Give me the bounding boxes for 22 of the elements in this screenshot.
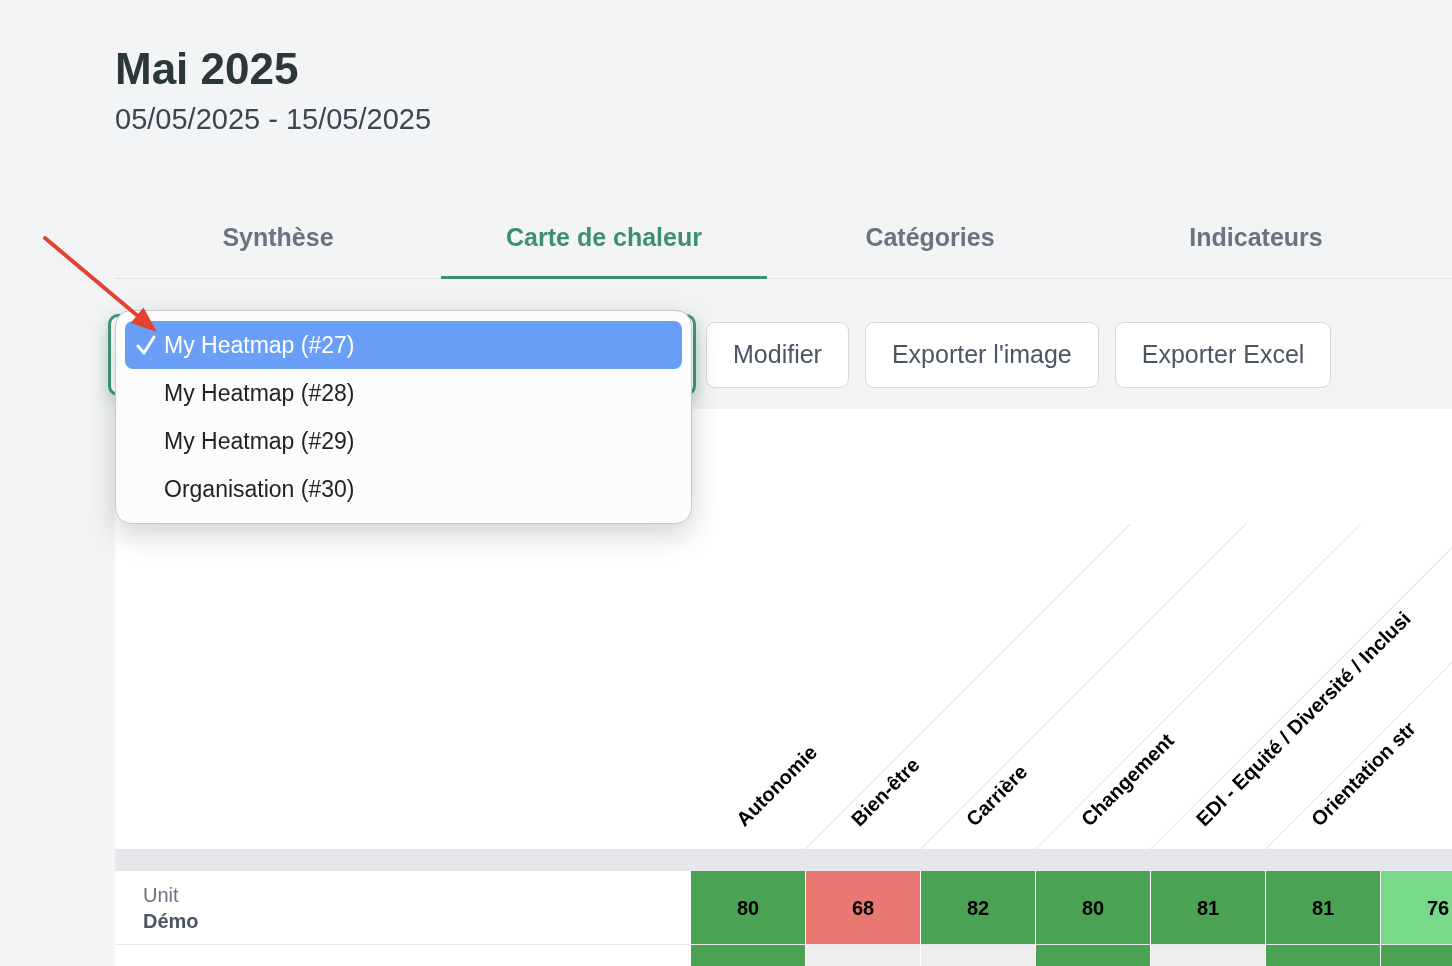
toolbar-button[interactable]: Exporter l'image (864, 322, 1099, 388)
page-title: Mai 2025 (115, 44, 299, 94)
tab[interactable]: Carte de chaleur (441, 199, 767, 279)
dropdown-option[interactable]: My Heatmap (#29) (125, 417, 682, 465)
heatmap-cell: 76 (1380, 871, 1452, 944)
toolbar-button[interactable]: Modifier (706, 322, 849, 388)
heatmap-cell: 81 (1265, 871, 1380, 944)
dropdown-option[interactable]: My Heatmap (#28) (125, 369, 682, 417)
row-name: Démo (143, 908, 199, 934)
row-type-label: Unit (143, 882, 179, 908)
tab[interactable]: Synthèse (115, 199, 441, 279)
tab[interactable]: Indicateurs (1093, 199, 1419, 279)
heatmap-cell: 81 (1150, 871, 1265, 944)
date-range: 05/05/2025 - 15/05/2025 (115, 102, 432, 136)
heatmap-cell: 68 (805, 871, 920, 944)
check-icon (135, 335, 156, 355)
heatmap-cell: 80 (1035, 871, 1150, 944)
tab[interactable]: Catégories (767, 199, 1093, 279)
heatmap-cell: 80 (690, 871, 805, 944)
toolbar-button[interactable]: Exporter Excel (1114, 322, 1332, 388)
dropdown-option[interactable]: Organisation (#30) (125, 465, 682, 513)
heatmap-cell: 82 (920, 871, 1035, 944)
